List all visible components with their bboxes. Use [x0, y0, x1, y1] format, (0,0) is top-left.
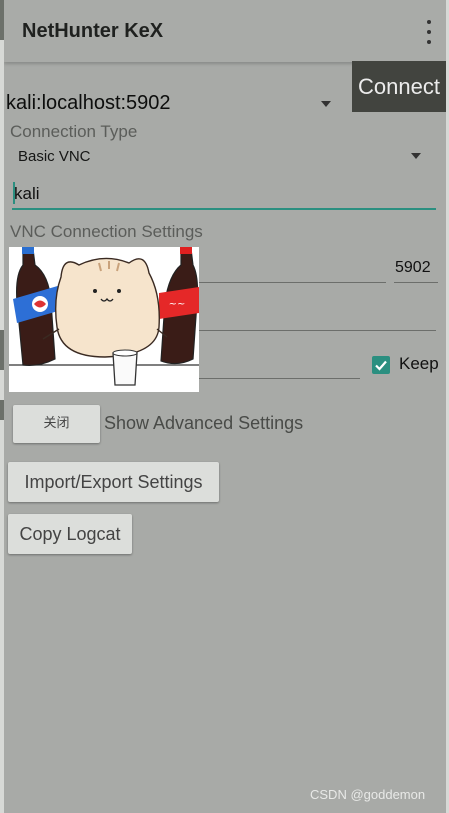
- app-bar: NetHunter KeX: [4, 0, 446, 62]
- import-export-button[interactable]: Import/Export Settings: [8, 462, 219, 502]
- connection-type-dropdown[interactable]: Basic VNC: [12, 142, 436, 170]
- cat-soda-illustration: ~~: [9, 247, 199, 386]
- connection-type-value: Basic VNC: [18, 148, 91, 165]
- chevron-down-icon: [411, 153, 421, 159]
- copy-logcat-button[interactable]: Copy Logcat: [8, 514, 132, 554]
- username-field[interactable]: kali: [12, 180, 436, 210]
- advanced-toggle-button[interactable]: 关闭: [13, 405, 100, 443]
- more-vert-icon[interactable]: [424, 20, 434, 44]
- app-title: NetHunter KeX: [22, 20, 164, 42]
- chevron-down-icon: [321, 101, 331, 107]
- connect-button[interactable]: Connect: [352, 61, 446, 112]
- password-confirm-field[interactable]: [199, 378, 360, 379]
- password-field[interactable]: [199, 330, 436, 331]
- username-value: kali: [14, 184, 40, 203]
- port-field[interactable]: 5902: [394, 255, 438, 283]
- vnc-settings-label: VNC Connection Settings: [10, 222, 203, 241]
- keep-password-label: Keep: [399, 354, 439, 373]
- cat-sticker-image: ~~: [9, 247, 199, 392]
- app-screen: NetHunter KeX Connect kali:localhost:590…: [4, 0, 446, 813]
- connection-type-label: Connection Type: [10, 122, 138, 141]
- session-selected-value: kali:localhost:5902: [6, 92, 171, 114]
- show-advanced-label: Show Advanced Settings: [104, 413, 304, 433]
- session-dropdown[interactable]: kali:localhost:5902: [4, 90, 344, 120]
- port-value: 5902: [395, 259, 431, 276]
- keep-password-checkbox[interactable]: [372, 356, 390, 374]
- svg-text:~~: ~~: [169, 299, 186, 310]
- host-field[interactable]: [199, 282, 386, 283]
- check-icon: [375, 360, 387, 371]
- csdn-watermark: CSDN @goddemon: [310, 787, 426, 802]
